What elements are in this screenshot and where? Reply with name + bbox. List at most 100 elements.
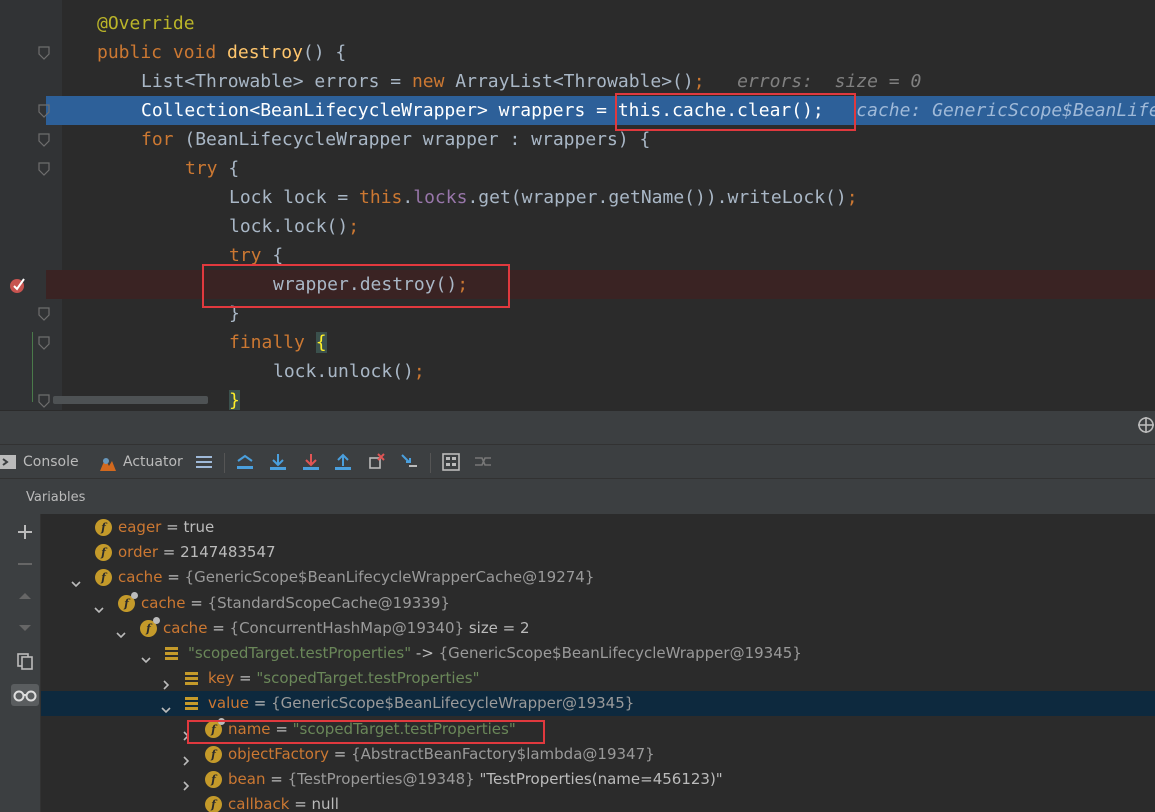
evaluate-expression-icon[interactable] xyxy=(442,453,460,471)
fold-marker-icon[interactable] xyxy=(38,162,50,176)
code-token: (BeanLifecycleWrapper wrapper : wrappers… xyxy=(184,129,651,150)
copy-icon[interactable] xyxy=(15,651,35,671)
variable-row[interactable]: f objectFactory = {AbstractBeanFactory$la… xyxy=(41,742,1155,767)
step-over-icon[interactable] xyxy=(269,453,287,471)
chevron-down-icon[interactable] xyxy=(71,572,81,588)
variables-header: Variables xyxy=(0,478,1155,515)
variable-value: {GenericScope$BeanLifecycleWrapperCache@… xyxy=(184,568,595,586)
code-text: for (BeanLifecycleWrapper wrapper : wrap… xyxy=(141,125,650,154)
variable-row[interactable]: f cache = {GenericScope$BeanLifecycleWrap… xyxy=(41,565,1155,590)
crosshair-settings-icon[interactable] xyxy=(1137,416,1155,434)
code-token: ; xyxy=(846,187,858,208)
final-field-icon: f xyxy=(118,592,138,612)
chevron-down-icon[interactable] xyxy=(161,698,171,714)
chevron-right-icon[interactable] xyxy=(181,774,191,791)
step-into-icon[interactable] xyxy=(302,453,320,471)
code-line[interactable]: lock.lock(); xyxy=(0,212,1155,241)
toolbar-separator xyxy=(224,453,225,473)
chevron-down-icon[interactable] xyxy=(116,623,126,639)
chevron-down-icon[interactable] xyxy=(141,648,151,664)
field-icon: f xyxy=(95,544,112,561)
code-token: Lock lock = xyxy=(229,187,360,208)
variable-text: eager = true xyxy=(118,515,214,540)
variable-separator: = xyxy=(185,594,208,612)
show-execution-point-icon[interactable] xyxy=(236,453,254,471)
variable-row[interactable]: f bean = {TestProperties@19348} "TestProp… xyxy=(41,767,1155,792)
move-up-icon[interactable] xyxy=(15,586,35,606)
code-line[interactable]: for (BeanLifecycleWrapper wrapper : wrap… xyxy=(0,125,1155,154)
move-down-icon[interactable] xyxy=(15,618,35,638)
threads-menu-icon[interactable] xyxy=(195,453,213,471)
variable-row[interactable]: f order = 2147483547 xyxy=(41,540,1155,565)
variable-row[interactable]: "scopedTarget.testProperties" -> {Generi… xyxy=(41,641,1155,666)
add-watch-icon[interactable] xyxy=(15,522,35,542)
final-field-icon: f xyxy=(140,617,160,637)
code-token: List<Throwable> errors = xyxy=(141,71,412,92)
code-line[interactable]: @Override xyxy=(0,9,1155,38)
chevron-right-icon[interactable] xyxy=(181,749,191,766)
fold-marker-icon[interactable] xyxy=(38,104,50,118)
code-token: lock.unlock() xyxy=(273,361,414,382)
breakpoint-icon[interactable] xyxy=(9,276,27,294)
watches-glasses-icon[interactable] xyxy=(11,684,39,706)
code-token: errors: size = 0 xyxy=(704,71,922,92)
actuator-icon xyxy=(100,458,116,471)
chevron-down-icon[interactable] xyxy=(94,598,104,614)
code-editor[interactable]: @Override public void destroy() {List<Thr… xyxy=(0,0,1155,410)
code-line[interactable]: List<Throwable> errors = new ArrayList<T… xyxy=(0,67,1155,96)
code-line[interactable]: try { xyxy=(0,241,1155,270)
variable-text: callback = null xyxy=(228,792,339,812)
code-line[interactable]: public void destroy() { xyxy=(0,38,1155,67)
panel-splitter[interactable] xyxy=(0,410,1155,445)
variable-row[interactable]: f callback = null xyxy=(41,792,1155,812)
variable-name: bean xyxy=(228,770,266,788)
drop-frame-icon[interactable] xyxy=(367,453,385,471)
tab-console[interactable]: Console xyxy=(23,445,79,479)
variable-row[interactable]: f eager = true xyxy=(41,515,1155,540)
trace-stream-icon[interactable] xyxy=(474,453,492,471)
variable-extra: size = 2 xyxy=(464,619,530,637)
variable-name: cache xyxy=(163,619,208,637)
variable-value: {AbstractBeanFactory$lambda@19347} xyxy=(351,745,655,763)
code-line[interactable]: lock.unlock(); xyxy=(0,357,1155,386)
editor-horizontal-scrollbar[interactable] xyxy=(53,396,208,404)
code-text: finally { xyxy=(229,328,327,357)
code-token: public void xyxy=(97,42,228,63)
variable-row[interactable]: f cache = {ConcurrentHashMap@19340} size … xyxy=(41,616,1155,641)
fold-marker-icon[interactable] xyxy=(38,394,50,408)
step-out-icon[interactable] xyxy=(334,453,352,471)
variables-side-toolbar xyxy=(10,514,41,812)
tab-actuator[interactable]: Actuator xyxy=(123,445,183,479)
code-line[interactable]: Lock lock = this.locks.get(wrapper.getNa… xyxy=(0,183,1155,212)
variable-name: callback xyxy=(228,795,290,812)
variable-value: {StandardScopeCache@19339} xyxy=(207,594,450,612)
variable-row[interactable]: value = {GenericScope$BeanLifecycleWrapp… xyxy=(41,691,1155,716)
fold-marker-icon[interactable] xyxy=(38,336,50,350)
remove-watch-icon[interactable] xyxy=(15,554,35,574)
variable-value: {TestProperties@19348} xyxy=(287,770,475,788)
variable-row[interactable]: key = "scopedTarget.testProperties" xyxy=(41,666,1155,691)
chevron-right-icon[interactable] xyxy=(161,673,171,690)
variable-row[interactable]: f cache = {StandardScopeCache@19339} xyxy=(41,591,1155,616)
variable-separator: = xyxy=(234,669,257,687)
code-token: lock.lock() xyxy=(229,216,349,237)
variable-text: value = {GenericScope$BeanLifecycleWrapp… xyxy=(208,691,634,716)
variables-tree[interactable]: f eager = true f order = 2147483547 f cache =… xyxy=(41,514,1155,812)
code-text: lock.unlock(); xyxy=(273,357,425,386)
fold-marker-icon[interactable] xyxy=(38,133,50,147)
variable-separator: = xyxy=(158,543,181,561)
frames-panel-edge[interactable] xyxy=(0,514,10,812)
run-to-cursor-icon[interactable] xyxy=(400,453,418,471)
variable-value: {GenericScope$BeanLifecycleWrapper@19345… xyxy=(438,644,802,662)
code-line[interactable]: Collection<BeanLifecycleWrapper> wrapper… xyxy=(46,96,1155,125)
variable-value: {ConcurrentHashMap@19340} xyxy=(229,619,465,637)
code-line[interactable]: try { xyxy=(0,154,1155,183)
code-line[interactable]: finally { xyxy=(0,328,1155,357)
code-token: ; xyxy=(413,361,425,382)
code-token: ArrayList<Throwable>() xyxy=(455,71,694,92)
code-token: Collection<BeanLifecycleWrapper> wrapper… xyxy=(141,100,618,121)
code-line[interactable]: } xyxy=(0,299,1155,328)
fold-marker-icon[interactable] xyxy=(38,46,50,60)
fold-marker-icon[interactable] xyxy=(38,307,50,321)
variable-name: cache xyxy=(141,594,186,612)
